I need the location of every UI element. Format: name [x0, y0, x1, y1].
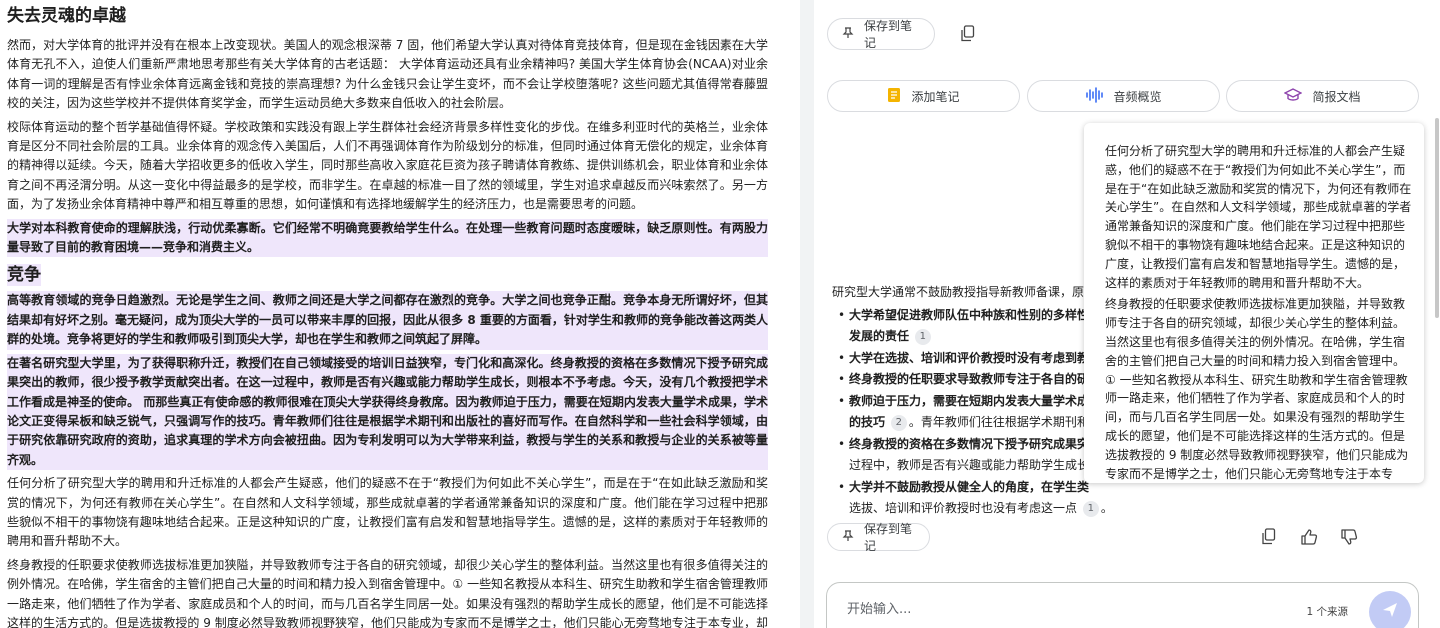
copy-icon[interactable] — [1257, 525, 1281, 549]
chat-input[interactable] — [847, 602, 1267, 617]
document-pane[interactable]: 失去灵魂的卓越 然而，对大学体育的批评并没有在根本上改变现状。美国人的观念根深蒂… — [0, 0, 800, 628]
pin-icon — [842, 26, 854, 42]
thumbs-up-icon[interactable] — [1297, 525, 1321, 549]
audio-waveform-icon — [1085, 86, 1104, 106]
doc-paragraph: 然而，对大学体育的批评并没有在根本上改变现状。美国人的观念根深蒂 7 固，他们希… — [7, 38, 768, 111]
copy-icon[interactable] — [956, 22, 980, 46]
thumbs-down-icon[interactable] — [1337, 525, 1361, 549]
doc-paragraph: 任何分析了研究型大学的聘用和升迁标准的人都会产生疑惑，他们的疑惑不在于“教授们为… — [7, 476, 768, 549]
popover-scrollbar[interactable] — [1435, 118, 1439, 318]
audio-overview-label: 音频概览 — [1113, 89, 1162, 104]
save-to-note-button[interactable]: 保存到笔记 — [827, 522, 930, 553]
citation-badge[interactable]: 2 — [890, 415, 907, 431]
citation-badge[interactable]: 1 — [1082, 501, 1099, 517]
chat-pane: 保存到笔记 添加笔记 音频概览 简报文档 研究型大学通常不鼓励教授指导新教师备课… — [814, 0, 1440, 628]
save-to-note-button[interactable]: 保存到笔记 — [827, 18, 935, 50]
briefing-doc-button[interactable]: 简报文档 — [1226, 80, 1419, 112]
doc-paragraph: 校际体育运动的整个哲学基础值得怀疑。学校政策和实践没有跟上学生群体社会经济背景多… — [7, 119, 768, 212]
send-icon — [1381, 601, 1399, 623]
chat-input-box: 1 个来源 — [826, 582, 1419, 628]
add-note-button[interactable]: 添加笔记 — [827, 80, 1020, 112]
audio-overview-button[interactable]: 音频概览 — [1027, 80, 1220, 112]
briefing-doc-label: 简报文档 — [1312, 89, 1361, 104]
save-to-note-label: 保存到笔记 — [864, 19, 913, 50]
doc-paragraph-highlighted: 在著名研究型大学里，为了获得职称升迁，教授们在自己领域接受的培训日益狭窄，专门化… — [7, 353, 768, 471]
popover-paragraph: 任何分析了研究型大学的聘用和升迁标准的人都会产生疑惑，他们的疑惑不在于“教授们为… — [1105, 144, 1412, 290]
add-note-label: 添加笔记 — [911, 89, 960, 104]
save-to-note-label: 保存到笔记 — [864, 522, 913, 553]
citation-popover[interactable]: 任何分析了研究型大学的聘用和升迁标准的人都会产生疑惑，他们的疑惑不在于“教授们为… — [1084, 123, 1424, 483]
send-button[interactable] — [1369, 591, 1411, 628]
popover-paragraph: 终身教授的任职要求使教师选拔标准更加狭隘，并导致教师专注于各自的研究领域，却很少… — [1105, 297, 1409, 481]
pane-divider[interactable] — [800, 0, 814, 628]
citation-badge[interactable]: 1 — [914, 329, 931, 345]
document-title: 失去灵魂的卓越 — [7, 6, 126, 26]
pin-icon — [842, 529, 854, 545]
source-count: 1 个来源 — [1306, 606, 1348, 618]
doc-paragraph: 终身教授的任职要求使教师选拔标准更加狭隘，并导致教师专注于各自的研究领域，却很少… — [7, 557, 768, 628]
doc-paragraph-highlighted: 大学对本科教育使命的理解肤浅，行动优柔寡断。它们经常不明确竟要教给学生什么。在处… — [7, 218, 768, 258]
section-heading: 竞争 — [7, 264, 41, 287]
graduation-cap-icon — [1283, 87, 1304, 105]
note-icon — [887, 87, 901, 106]
doc-paragraph-highlighted: 高等教育领域的竞争日趋激烈。无论是学生之间、教师之间还是大学之间都存在激烈的竞争… — [7, 291, 768, 350]
